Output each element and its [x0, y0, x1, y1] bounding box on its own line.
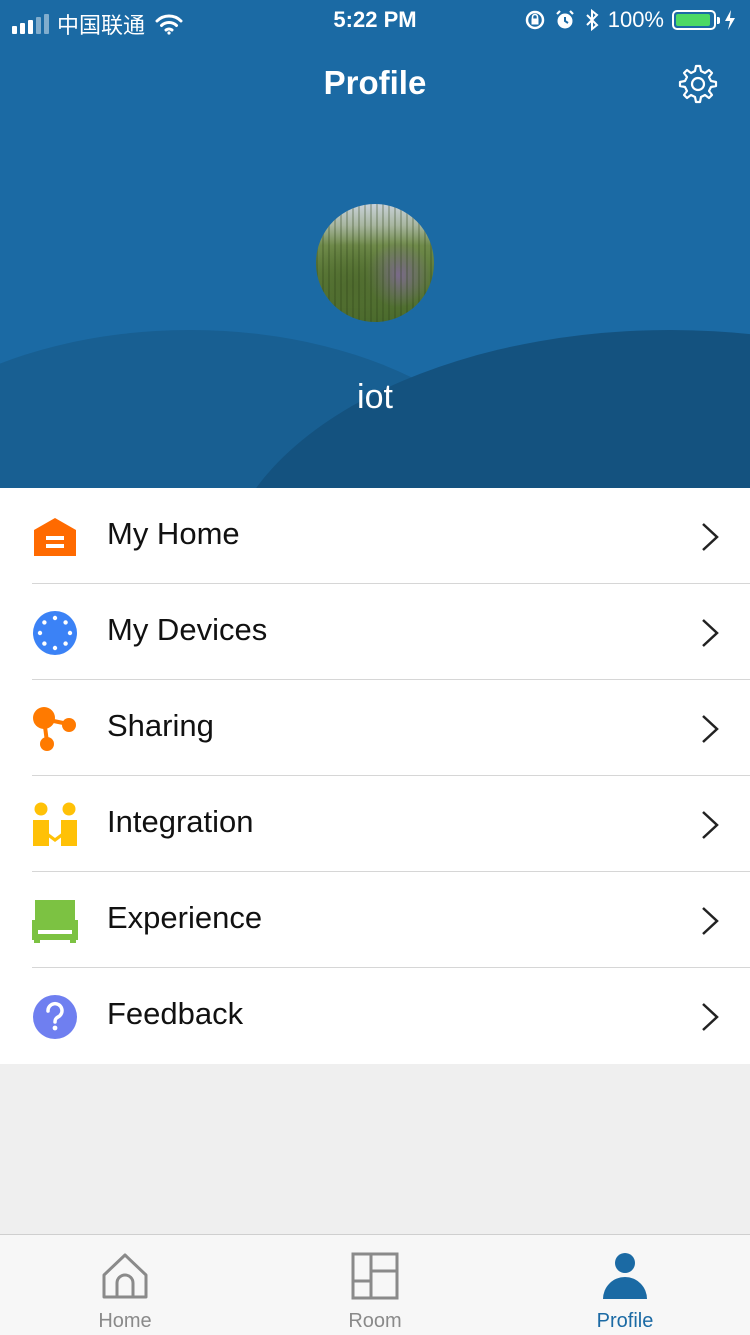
menu-label: My Devices	[107, 612, 268, 647]
menu-label: My Home	[107, 516, 240, 551]
tab-home[interactable]: Home	[0, 1235, 250, 1335]
gear-icon[interactable]	[676, 62, 720, 106]
person-icon	[603, 1253, 647, 1299]
menu-label: Sharing	[107, 708, 214, 743]
room-grid-icon	[351, 1252, 399, 1300]
integration-icon	[33, 802, 77, 846]
status-bar: 中国联通 5:22 PM 100%	[0, 0, 750, 40]
tab-label: Room	[348, 1310, 402, 1332]
chevron-right-icon	[702, 715, 719, 743]
chevron-right-icon	[702, 523, 719, 551]
menu-item-feedback[interactable]: Feedback	[0, 968, 750, 1064]
chevron-right-icon	[702, 619, 719, 647]
tab-room[interactable]: Room	[250, 1235, 500, 1335]
menu-item-my-home[interactable]: My Home	[0, 488, 750, 584]
menu-item-my-devices[interactable]: My Devices	[0, 584, 750, 680]
rotation-lock-icon	[525, 10, 544, 30]
menu-item-experience[interactable]: Experience	[0, 872, 750, 968]
tab-label: Profile	[596, 1310, 654, 1332]
chevron-right-icon	[702, 1003, 719, 1031]
profile-menu: My Home My Devices Sharing Integration E…	[0, 488, 750, 1064]
battery-icon	[672, 10, 720, 30]
username: iot	[357, 378, 393, 416]
battery-percent: 100%	[607, 7, 664, 32]
tab-bar: Home Room Profile	[0, 1234, 750, 1335]
menu-label: Experience	[107, 900, 263, 935]
bluetooth-icon	[586, 8, 599, 32]
charging-icon	[725, 10, 735, 30]
experience-icon	[32, 900, 78, 943]
home-outline-icon	[102, 1253, 148, 1299]
chevron-right-icon	[702, 811, 719, 839]
page-title: Profile	[323, 64, 427, 101]
profile-header: 中国联通 5:22 PM 100% Profile iot	[0, 0, 750, 488]
menu-item-integration[interactable]: Integration	[0, 776, 750, 872]
feedback-icon	[33, 995, 77, 1039]
menu-label: Feedback	[107, 996, 244, 1031]
avatar[interactable]	[316, 204, 434, 322]
tab-profile[interactable]: Profile	[500, 1235, 750, 1335]
chevron-right-icon	[702, 907, 719, 935]
menu-label: Integration	[107, 804, 254, 839]
alarm-icon	[555, 10, 574, 29]
home-icon	[34, 518, 76, 556]
sharing-icon	[33, 707, 76, 751]
menu-item-sharing[interactable]: Sharing	[0, 680, 750, 776]
devices-icon	[33, 611, 77, 655]
tab-label: Home	[98, 1310, 152, 1332]
